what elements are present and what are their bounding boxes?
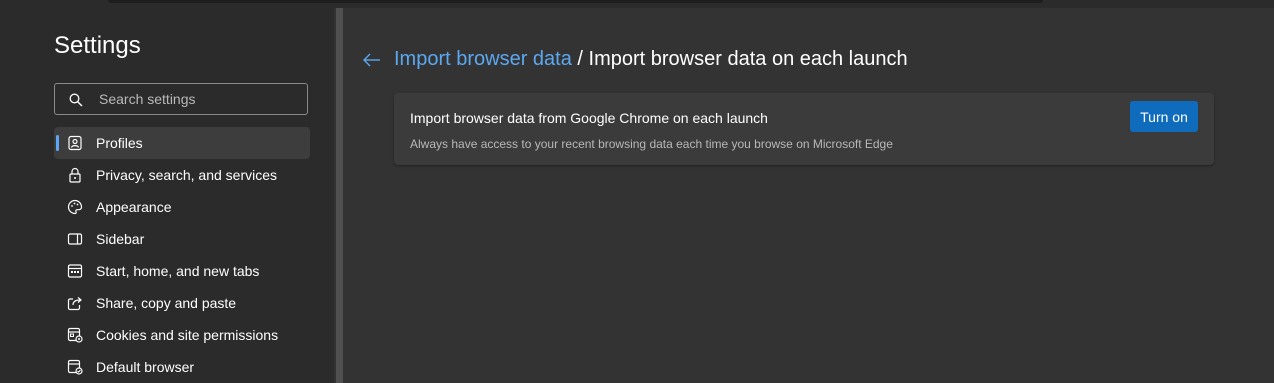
sidebar-item-sidebar[interactable]: Sidebar bbox=[54, 223, 310, 255]
sidebar-item-appearance[interactable]: Appearance bbox=[54, 191, 310, 223]
toolbar-edge bbox=[108, 0, 1043, 3]
sidebar-item-share-copy-paste[interactable]: Share, copy and paste bbox=[54, 287, 310, 319]
sidebar-item-default-browser[interactable]: Default browser bbox=[54, 351, 310, 383]
page-title: Import browser data on each launch bbox=[588, 48, 908, 70]
breadcrumb: Import browser data / Import browser dat… bbox=[394, 48, 908, 71]
sidebar-item-privacy[interactable]: Privacy, search, and services bbox=[54, 159, 310, 191]
breadcrumb-parent-link[interactable]: Import browser data bbox=[394, 48, 572, 70]
browser-icon bbox=[67, 359, 83, 375]
share-icon bbox=[67, 297, 82, 311]
profile-icon bbox=[68, 135, 82, 151]
sidebar-item-cookies[interactable]: Cookies and site permissions bbox=[54, 319, 310, 351]
palette-icon bbox=[67, 199, 83, 215]
search-input[interactable] bbox=[99, 84, 299, 114]
sidebar-item-label: Start, home, and new tabs bbox=[96, 263, 260, 279]
sidebar-item-profiles[interactable]: Profiles bbox=[54, 127, 310, 159]
sidebar-item-label: Default browser bbox=[96, 359, 195, 375]
cookies-icon bbox=[67, 327, 83, 343]
sidebar-item-label: Privacy, search, and services bbox=[96, 167, 278, 183]
search-icon bbox=[69, 93, 83, 107]
settings-title: Settings bbox=[54, 32, 141, 59]
sidebar-icon bbox=[67, 233, 83, 245]
lock-icon bbox=[69, 167, 81, 183]
home-tabs-icon bbox=[67, 264, 83, 278]
window-top-strip bbox=[0, 0, 1274, 8]
turn-on-button[interactable]: Turn on bbox=[1130, 101, 1198, 132]
sidebar-scrollbar[interactable] bbox=[336, 8, 343, 383]
back-arrow-icon[interactable] bbox=[362, 50, 382, 70]
sidebar-item-label: Appearance bbox=[96, 199, 172, 215]
sidebar-item-start-home-tabs[interactable]: Start, home, and new tabs bbox=[54, 255, 310, 287]
sidebar-item-label: Share, copy and paste bbox=[96, 295, 237, 311]
setting-heading: Import browser data from Google Chrome o… bbox=[410, 110, 768, 126]
import-setting-card: Import browser data from Google Chrome o… bbox=[394, 93, 1214, 165]
breadcrumb-separator: / bbox=[571, 48, 589, 70]
setting-description: Always have access to your recent browsi… bbox=[410, 137, 893, 151]
sidebar-item-label: Sidebar bbox=[96, 231, 145, 247]
active-indicator bbox=[56, 135, 59, 151]
sidebar-item-label: Profiles bbox=[96, 135, 143, 151]
search-box[interactable] bbox=[54, 83, 308, 115]
sidebar-item-label: Cookies and site permissions bbox=[96, 327, 279, 343]
